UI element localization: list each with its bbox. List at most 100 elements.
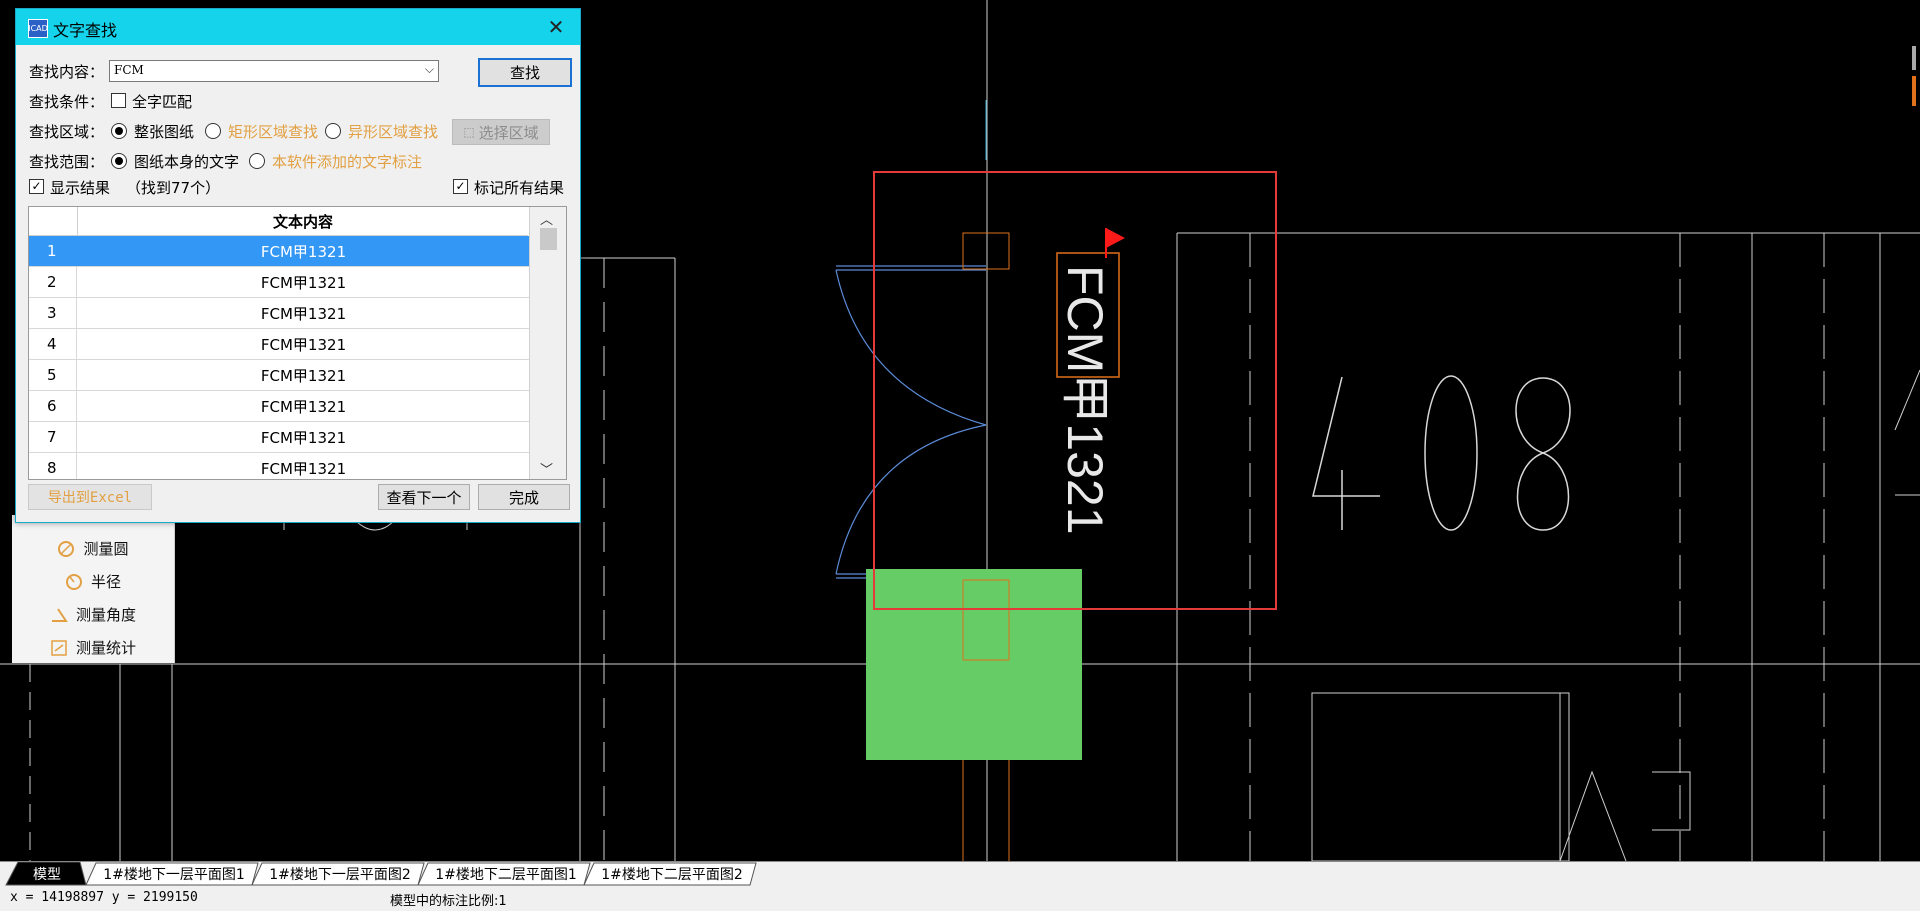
table-row[interactable]: 2 FCM甲1321 bbox=[29, 267, 529, 298]
table-row[interactable]: 4 FCM甲1321 bbox=[29, 329, 529, 360]
angle-icon bbox=[51, 607, 68, 622]
row-number: 7 bbox=[29, 422, 77, 452]
done-button[interactable]: 完成 bbox=[478, 484, 570, 510]
measure-tool-label: 半径 bbox=[90, 573, 121, 591]
scope-option-label: 图纸本身的文字 bbox=[134, 153, 240, 171]
close-button[interactable]: ✕ bbox=[543, 15, 569, 39]
tab-layout[interactable]: 1#楼地下一层平面图2 bbox=[258, 862, 422, 885]
area-option-label: 矩形区域查找 bbox=[228, 123, 319, 141]
row-number: 8 bbox=[29, 453, 77, 479]
chevron-down-icon[interactable]: ⌵ bbox=[425, 62, 434, 77]
room-outline bbox=[1311, 692, 1570, 861]
green-block bbox=[866, 569, 1082, 760]
annotation-scale: 模型中的标注比例:1 bbox=[390, 894, 507, 909]
export-excel-button[interactable]: 导出到Excel bbox=[28, 484, 152, 510]
select-area-icon: ⬚ bbox=[463, 125, 475, 139]
table-row[interactable]: 3 FCM甲1321 bbox=[29, 298, 529, 329]
tab-layout[interactable]: 1#楼地下一层平面图1 bbox=[92, 862, 256, 885]
app-icon: ICAD bbox=[28, 19, 48, 38]
mark-all-checkbox[interactable]: ✓ bbox=[453, 179, 468, 194]
measure-tool-label: 测量角度 bbox=[75, 606, 136, 624]
area-radio-whole[interactable] bbox=[111, 123, 127, 139]
find-button[interactable]: 查找 bbox=[478, 58, 572, 87]
row-text: FCM甲1321 bbox=[260, 459, 347, 478]
scope-label: 查找范围： bbox=[29, 153, 105, 171]
row-text: FCM甲1321 bbox=[260, 335, 347, 354]
row-number: 3 bbox=[29, 298, 77, 328]
results-scrollbar[interactable]: ︿ ﹀ bbox=[529, 207, 566, 479]
row-text: FCM甲1321 bbox=[260, 304, 347, 323]
area-option-label: 异形区域查找 bbox=[348, 123, 439, 141]
search-content-value: FCM bbox=[114, 63, 144, 77]
content-label: 查找内容： bbox=[29, 63, 105, 81]
measure-statistics-button[interactable]: 测量统计 bbox=[12, 631, 174, 664]
text-search-dialog: ICAD 文字查找 ✕ 查找内容： FCM ⌵ 查找 查找条件： 全字匹配 查找… bbox=[15, 8, 581, 523]
found-count: （找到77个） bbox=[126, 179, 221, 197]
select-area-button[interactable]: ⬚ 选择区域 bbox=[452, 119, 550, 145]
table-row[interactable]: 6 FCM甲1321 bbox=[29, 391, 529, 422]
table-row[interactable]: 5 FCM甲1321 bbox=[29, 360, 529, 391]
table-row[interactable]: 1 FCM甲1321 bbox=[29, 236, 529, 267]
row-number: 5 bbox=[29, 360, 77, 390]
statistics-icon bbox=[51, 639, 67, 656]
column-outline bbox=[962, 232, 1010, 861]
dialog-title: 文字查找 bbox=[53, 21, 118, 40]
circle-measure-icon bbox=[58, 540, 75, 557]
table-header-corner bbox=[29, 207, 78, 236]
show-results-label: 显示结果 bbox=[50, 179, 111, 197]
scope-option-label: 本软件添加的文字标注 bbox=[272, 153, 423, 171]
select-area-label: 选择区域 bbox=[478, 123, 539, 142]
wall-line bbox=[1559, 770, 1627, 861]
chevron-up-icon[interactable]: ︿ bbox=[540, 209, 553, 228]
results-table: 文本内容 1 FCM甲1321 2 FCM甲1321 3 FCM甲1321 4 … bbox=[28, 206, 567, 480]
wall-line bbox=[1652, 771, 1691, 831]
area-option-label: 整张图纸 bbox=[134, 123, 195, 141]
full-match-label: 全字匹配 bbox=[132, 93, 193, 111]
layout-tab-bar: 模型 1#楼地下一层平面图1 1#楼地下一层平面图2 1#楼地下二层平面图1 1… bbox=[0, 861, 1920, 886]
scope-radio-drawing[interactable] bbox=[111, 153, 127, 169]
area-label: 查找区域： bbox=[29, 123, 105, 141]
door-label-text: FCM甲1321 bbox=[1057, 265, 1113, 535]
close-icon: ✕ bbox=[547, 15, 565, 39]
measure-angle-button[interactable]: 测量角度 bbox=[12, 598, 174, 631]
canvas-scroll-indicator bbox=[1912, 46, 1916, 106]
scope-radio-annotation[interactable] bbox=[249, 153, 265, 169]
mark-all-label: 标记所有结果 bbox=[474, 179, 565, 197]
tab-layout[interactable]: 1#楼地下二层平面图2 bbox=[590, 862, 754, 885]
radius-icon bbox=[65, 573, 82, 590]
table-row[interactable]: 7 FCM甲1321 bbox=[29, 422, 529, 453]
tab-model[interactable]: 模型 bbox=[14, 862, 80, 885]
area-radio-rect[interactable] bbox=[205, 123, 221, 139]
table-header-content: 文本内容 bbox=[78, 207, 528, 236]
table-row[interactable]: 8 FCM甲1321 bbox=[29, 453, 529, 479]
room-number-408 bbox=[1312, 375, 1571, 531]
measure-tool-label: 测量圆 bbox=[83, 540, 129, 558]
row-text: FCM甲1321 bbox=[260, 397, 347, 416]
row-number: 2 bbox=[29, 267, 77, 297]
row-number: 4 bbox=[29, 329, 77, 359]
view-next-button[interactable]: 查看下一个 bbox=[378, 484, 470, 510]
show-results-checkbox[interactable]: ✓ bbox=[29, 179, 44, 194]
measure-tool-label: 测量统计 bbox=[75, 639, 136, 657]
radius-button[interactable]: 半径 bbox=[12, 565, 174, 598]
tab-layout[interactable]: 1#楼地下二层平面图1 bbox=[424, 862, 588, 885]
row-number: 6 bbox=[29, 391, 77, 421]
wall-line bbox=[1894, 369, 1920, 431]
row-text: FCM甲1321 bbox=[260, 242, 347, 261]
row-number: 1 bbox=[29, 236, 77, 266]
row-text: FCM甲1321 bbox=[260, 273, 347, 292]
measure-circle-button[interactable]: 测量圆 bbox=[12, 532, 174, 565]
coordinate-readout: x = 14198897 y = 2199150 bbox=[10, 890, 198, 905]
chevron-down-icon[interactable]: ﹀ bbox=[540, 459, 553, 478]
condition-label: 查找条件： bbox=[29, 93, 105, 111]
row-text: FCM甲1321 bbox=[260, 428, 347, 447]
dialog-titlebar[interactable]: ICAD 文字查找 ✕ bbox=[16, 9, 580, 45]
row-text: FCM甲1321 bbox=[260, 366, 347, 385]
scrollbar-thumb[interactable] bbox=[540, 228, 557, 250]
full-match-checkbox[interactable] bbox=[111, 93, 126, 108]
measure-tool-panel: 测量圆 半径 测量角度 测量统计 bbox=[12, 515, 175, 663]
area-radio-irregular[interactable] bbox=[325, 123, 341, 139]
search-content-combobox[interactable]: FCM ⌵ bbox=[109, 60, 439, 82]
status-bar: x = 14198897 y = 2199150 模型中的标注比例:1 bbox=[0, 886, 1920, 911]
door-swing bbox=[835, 265, 987, 579]
